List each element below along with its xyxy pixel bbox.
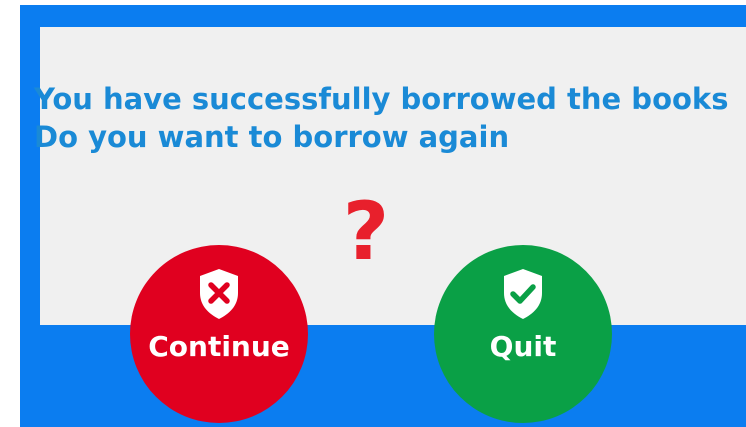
message-line-2: Do you want to borrow again [34, 120, 510, 154]
question-mark-icon: ? [342, 185, 390, 278]
dialog-message: You have successfully borrowed the books… [34, 80, 729, 156]
dialog-panel [40, 27, 746, 325]
continue-button-label: Continue [148, 330, 290, 363]
shield-x-icon [200, 269, 238, 319]
quit-button[interactable]: Quit [434, 245, 612, 423]
continue-button[interactable]: Continue [130, 245, 308, 423]
quit-button-label: Quit [489, 330, 557, 363]
shield-check-icon [504, 269, 542, 319]
message-line-1: You have successfully borrowed the books [34, 82, 729, 116]
